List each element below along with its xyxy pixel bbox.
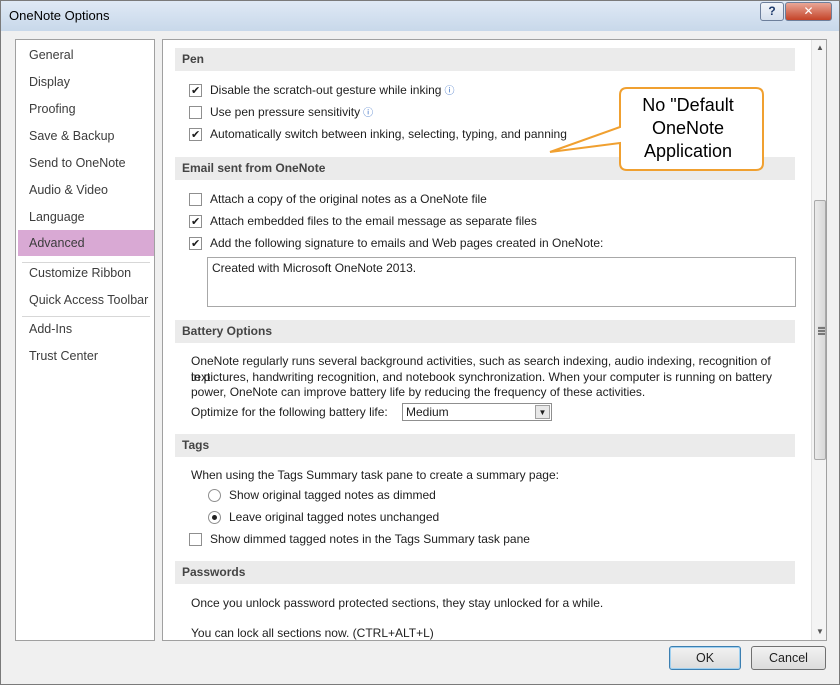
radio-button[interactable]	[208, 489, 221, 502]
sidebar-item-language[interactable]: Language	[18, 204, 154, 230]
option-label: Attach a copy of the original notes as a…	[210, 192, 487, 206]
battery-life-dropdown[interactable]: Medium ▼	[402, 403, 552, 421]
info-icon[interactable]: ⓘ	[444, 86, 454, 97]
sidebar-item-general[interactable]: General	[18, 42, 154, 68]
close-button[interactable]: ✕	[785, 2, 832, 21]
option-label: Show original tagged notes as dimmed	[229, 488, 436, 502]
radio-button[interactable]	[208, 511, 221, 524]
option-label: Attach embedded files to the email messa…	[210, 214, 537, 228]
battery-optimize-label: Optimize for the following battery life:	[191, 405, 388, 419]
cancel-button[interactable]: Cancel	[751, 646, 826, 670]
info-icon[interactable]: ⓘ	[363, 108, 373, 119]
passwords-lock-text: You can lock all sections now. (CTRL+ALT…	[191, 626, 434, 640]
sidebar-item-customize-ribbon[interactable]: Customize Ribbon	[18, 260, 154, 286]
chevron-down-icon[interactable]: ▼	[535, 405, 550, 419]
options-dialog: OneNote Options ? ✕ General Display Proo…	[0, 0, 840, 685]
sidebar-item-proofing[interactable]: Proofing	[18, 96, 154, 122]
grip-icon: ▬ ▬ ▬	[818, 324, 825, 337]
sidebar-item-add-ins[interactable]: Add-Ins	[18, 316, 154, 342]
ok-button[interactable]: OK	[669, 646, 741, 670]
sidebar-item-send-to-onenote[interactable]: Send to OneNote	[18, 150, 154, 176]
battery-description-line: in pictures, handwriting recognition, an…	[191, 370, 772, 384]
option-label: Automatically switch between inking, sel…	[210, 127, 567, 141]
option-label: Add the following signature to emails an…	[210, 236, 604, 250]
sidebar-item-display[interactable]: Display	[18, 69, 154, 95]
scroll-down-icon[interactable]: ▼	[812, 624, 826, 640]
callout-line: OneNote	[651, 118, 725, 138]
checkbox[interactable]	[189, 106, 202, 119]
checkbox[interactable]	[189, 235, 202, 253]
option-label: Leave original tagged notes unchanged	[229, 510, 440, 524]
window-title: OneNote Options	[9, 8, 110, 23]
tags-intro-text: When using the Tags Summary task pane to…	[191, 468, 559, 482]
sidebar-item-audio-video[interactable]: Audio & Video	[18, 177, 154, 203]
callout-line: No "Default	[642, 95, 734, 115]
options-sidebar: General Display Proofing Save & Backup S…	[15, 39, 155, 641]
sidebar-item-trust-center[interactable]: Trust Center	[18, 343, 154, 369]
option-label: Use pen pressure sensitivity	[210, 105, 361, 119]
checkbox[interactable]	[189, 82, 202, 100]
dropdown-value: Medium	[406, 405, 449, 419]
title-bar: OneNote Options ? ✕	[1, 1, 839, 31]
help-button[interactable]: ?	[760, 2, 784, 21]
annotation-callout-text: No "Default OneNote Application	[622, 94, 754, 163]
scroll-up-icon[interactable]: ▲	[812, 40, 826, 56]
checkbox[interactable]	[189, 193, 202, 206]
section-heading-pen: Pen	[175, 48, 795, 71]
scrollbar-thumb[interactable]: ▬ ▬ ▬	[814, 200, 826, 460]
sidebar-item-advanced[interactable]: Advanced	[18, 230, 154, 256]
option-label: Show dimmed tagged notes in the Tags Sum…	[210, 532, 530, 546]
signature-textbox[interactable]: Created with Microsoft OneNote 2013.	[207, 257, 796, 307]
sidebar-item-quick-access-toolbar[interactable]: Quick Access Toolbar	[18, 287, 154, 313]
callout-line: Application	[643, 141, 733, 161]
sidebar-item-save-backup[interactable]: Save & Backup	[18, 123, 154, 149]
battery-description-line: power, OneNote can improve battery life …	[191, 385, 646, 399]
checkbox[interactable]	[189, 213, 202, 231]
section-heading-tags: Tags	[175, 434, 795, 457]
section-heading-battery: Battery Options	[175, 320, 795, 343]
option-label: Disable the scratch-out gesture while in…	[210, 83, 442, 97]
checkbox[interactable]	[189, 126, 202, 144]
checkbox[interactable]	[189, 533, 202, 546]
content-scrollbar[interactable]: ▲ ▬ ▬ ▬ ▼	[811, 40, 826, 640]
section-heading-passwords: Passwords	[175, 561, 795, 584]
passwords-info-text: Once you unlock password protected secti…	[191, 596, 604, 610]
